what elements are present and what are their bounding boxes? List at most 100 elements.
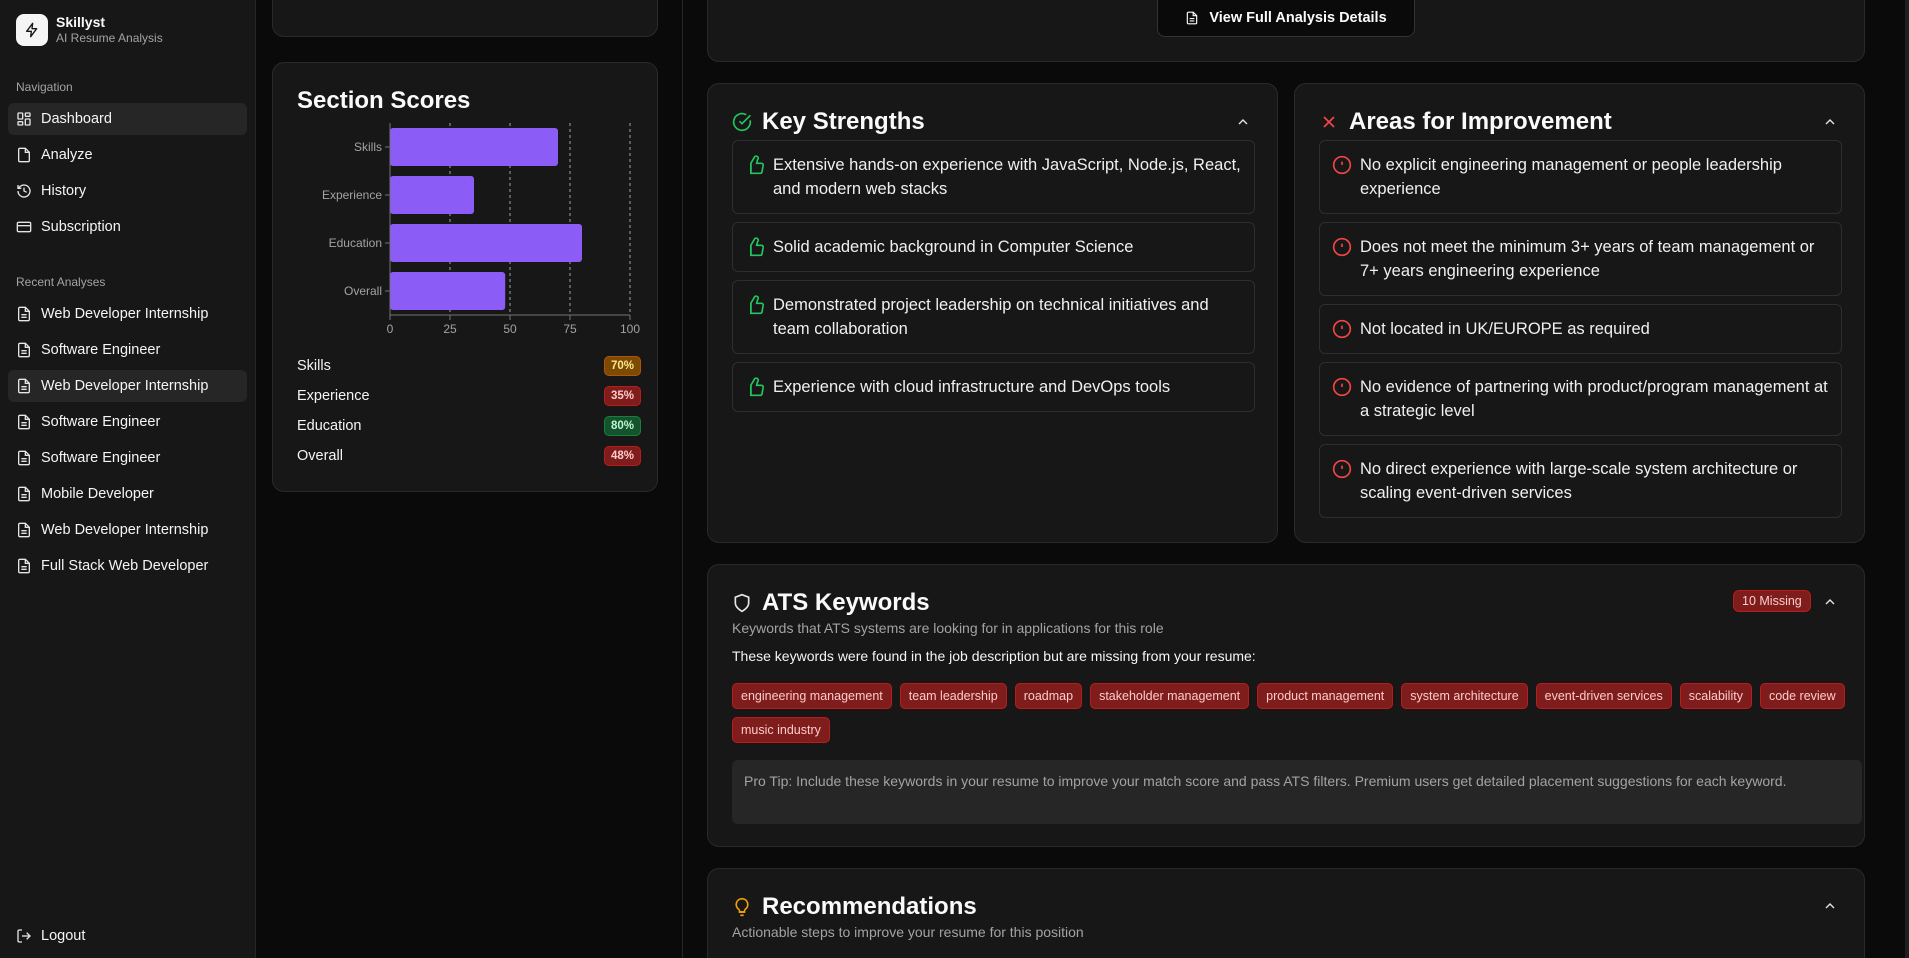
sidebar-item-dashboard[interactable]: Dashboard: [8, 103, 247, 135]
ats-header: ATS Keywords: [732, 589, 930, 617]
score-row-overall: Overall 48%: [297, 441, 641, 471]
check-circle-icon: [732, 112, 752, 132]
view-full-analysis-button[interactable]: View Full Analysis Details: [1157, 0, 1415, 37]
alert-circle-icon: [1332, 319, 1352, 339]
sidebar-item-subscription[interactable]: Subscription: [8, 211, 247, 243]
recommendations-card: Recommendations Actionable steps to impr…: [707, 868, 1865, 958]
recent-item-label: Software Engineer: [41, 450, 161, 466]
recent-item[interactable]: Web Developer Internship: [8, 370, 247, 402]
recent-item-label: Web Developer Internship: [41, 378, 209, 394]
score-row-education: Education 80%: [297, 411, 641, 441]
sidebar-item-history[interactable]: History: [8, 175, 247, 207]
strength-text: Demonstrated project leadership on techn…: [773, 296, 1209, 338]
keyword-chip: system architecture: [1401, 683, 1528, 709]
sidebar-item-label: History: [41, 183, 87, 199]
score-label: Education: [297, 418, 362, 434]
chevron-up-icon[interactable]: [1822, 114, 1838, 130]
y-tick-label: Skills: [354, 140, 382, 154]
recent-item[interactable]: Web Developer Internship: [8, 514, 247, 546]
thumbs-up-icon: [750, 237, 764, 257]
recent-item[interactable]: Mobile Developer: [8, 478, 247, 510]
ats-title: ATS Keywords: [762, 589, 930, 616]
file-icon: [18, 306, 30, 322]
file-icon: [18, 378, 30, 394]
dashboard-icon: [17, 112, 31, 126]
bar: [390, 272, 506, 310]
score-label: Skills: [297, 358, 331, 374]
recent-item-label: Mobile Developer: [41, 486, 154, 502]
improvement-item: No explicit engineering management or pe…: [1319, 140, 1842, 214]
scrollbar[interactable]: [1905, 0, 1909, 958]
missing-count-badge: 10 Missing: [1733, 590, 1811, 612]
chevron-up-icon[interactable]: [1235, 114, 1251, 130]
recent-item[interactable]: Software Engineer: [8, 334, 247, 366]
improvement-text: No direct experience with large-scale sy…: [1360, 460, 1798, 502]
y-tick-label: Experience: [322, 188, 382, 202]
file-icon: [18, 414, 30, 430]
x-tick-label: 100: [620, 322, 640, 336]
y-tick-label: Overall: [344, 284, 382, 298]
score-label: Experience: [297, 388, 370, 404]
key-strengths-card: Key Strengths Extensive hands-on experie…: [707, 83, 1278, 543]
logout-button[interactable]: Logout: [8, 920, 85, 952]
score-label: Overall: [297, 448, 343, 464]
view-full-analysis-label: View Full Analysis Details: [1209, 10, 1387, 26]
file-icon: [18, 450, 30, 466]
recent-item-label: Web Developer Internship: [41, 522, 209, 538]
recent-item-label: Software Engineer: [41, 342, 161, 358]
alert-circle-icon: [1332, 237, 1352, 257]
recent-heading: Recent Analyses: [16, 275, 106, 289]
recent-item[interactable]: Software Engineer: [8, 406, 247, 438]
lightbulb-icon: [735, 897, 749, 917]
x-icon: [1323, 116, 1335, 128]
recent-item-label: Web Developer Internship: [41, 306, 209, 322]
sidebar-item-analyze[interactable]: Analyze: [8, 139, 247, 171]
nav-list: Dashboard Analyze History Subscription: [8, 103, 247, 247]
score-row-skills: Skills 70%: [297, 351, 641, 381]
column-divider: [682, 0, 683, 958]
keyword-list: engineering management team leadership r…: [732, 683, 1862, 743]
nav-heading: Navigation: [16, 80, 73, 94]
keyword-chip: event-driven services: [1535, 683, 1672, 709]
recent-item[interactable]: Software Engineer: [8, 442, 247, 474]
brand-name: Skillyst: [56, 14, 106, 30]
chevron-up-icon[interactable]: [1822, 898, 1838, 914]
recent-item[interactable]: Web Developer Internship: [8, 298, 247, 330]
bolt-icon: [16, 14, 48, 46]
x-tick-label: 0: [387, 322, 394, 336]
key-strengths-title: Key Strengths: [762, 108, 925, 135]
score-badge: 70%: [603, 356, 641, 376]
y-tick-label: Education: [329, 236, 382, 250]
improvement-text: Does not meet the minimum 3+ years of te…: [1360, 238, 1815, 280]
recommendations-title: Recommendations: [762, 893, 977, 920]
keyword-chip: code review: [1759, 683, 1845, 709]
recent-item-label: Software Engineer: [41, 414, 161, 430]
chevron-up-icon[interactable]: [1822, 594, 1838, 610]
keyword-chip: product management: [1257, 683, 1394, 709]
improvement-text: No explicit engineering management or pe…: [1360, 156, 1782, 198]
sidebar-item-label: Subscription: [41, 219, 121, 235]
alert-circle-icon: [1332, 155, 1352, 175]
logout-label: Logout: [41, 928, 86, 944]
recent-item[interactable]: Full Stack Web Developer: [8, 550, 247, 582]
improvement-item: Not located in UK/EUROPE as required: [1319, 304, 1842, 354]
bar: [390, 128, 558, 166]
score-badge: 80%: [603, 416, 641, 436]
history-icon: [17, 184, 31, 198]
strength-item: Experience with cloud infrastructure and…: [732, 362, 1255, 412]
thumbs-up-icon: [750, 377, 764, 397]
pro-tip-label: Pro Tip:: [744, 773, 793, 789]
sidebar-item-label: Dashboard: [41, 111, 112, 127]
keyword-chip: music industry: [732, 717, 830, 743]
x-tick-label: 75: [563, 322, 577, 336]
recent-item-label: Full Stack Web Developer: [41, 558, 209, 574]
improvement-header: Areas for Improvement: [1319, 108, 1612, 136]
improvement-item: Does not meet the minimum 3+ years of te…: [1319, 222, 1842, 296]
recent-list: Web Developer Internship Software Engine…: [8, 298, 247, 586]
score-badge: 35%: [603, 386, 641, 406]
ats-note: These keywords were found in the job des…: [732, 648, 1256, 664]
keyword-chip: stakeholder management: [1090, 683, 1250, 709]
brand[interactable]: Skillyst AI Resume Analysis: [16, 14, 163, 46]
thumbs-up-icon: [750, 295, 764, 315]
keyword-chip: team leadership: [899, 683, 1007, 709]
